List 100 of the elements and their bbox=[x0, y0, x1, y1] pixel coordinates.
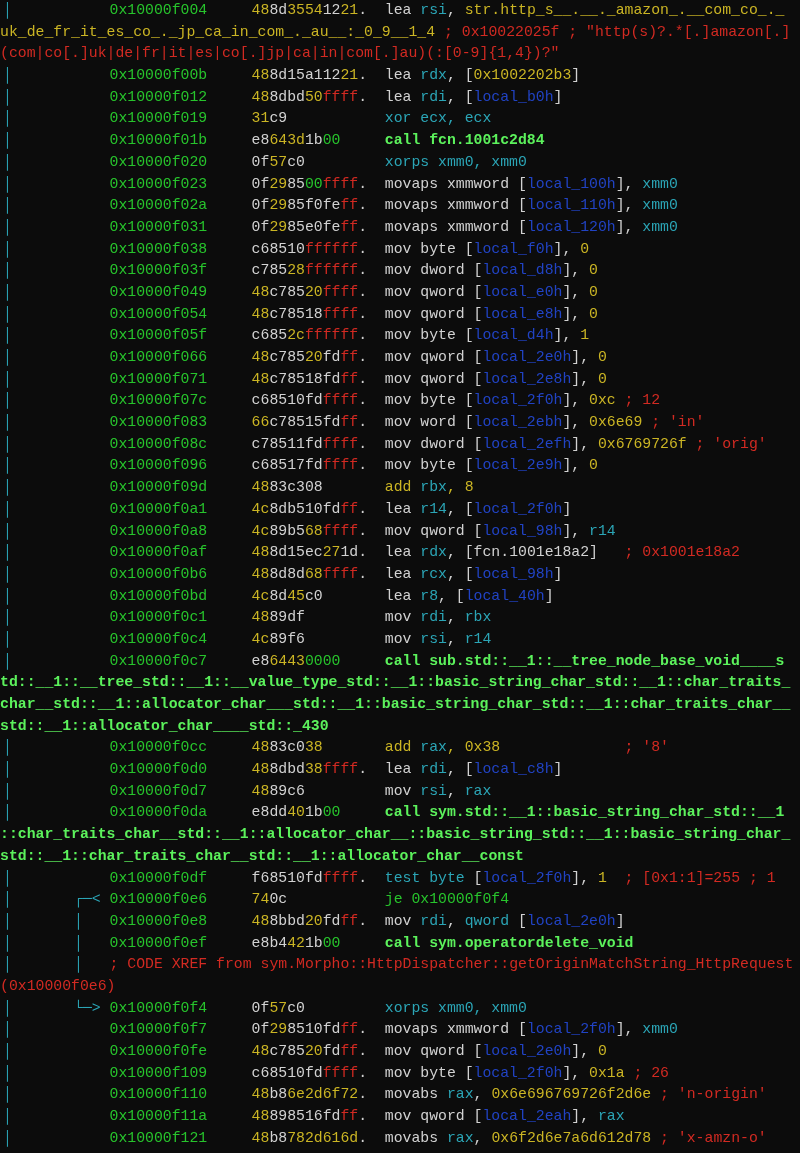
address-text: 0x10000f0ef bbox=[109, 933, 209, 953]
instruction-text: call fcn.1001c2d84 bbox=[384, 131, 545, 151]
address-text: 0x10000f0af bbox=[109, 543, 209, 563]
flow-graph-line: │ bbox=[3, 1064, 12, 1081]
address-text: 0x10000f066 bbox=[109, 348, 209, 367]
instruction-text: mov byte [local_f0h], 0 bbox=[384, 239, 590, 259]
opcode-bytes: 488d35541221. bbox=[251, 1, 369, 20]
address-text: 0x10000f0df bbox=[109, 868, 209, 888]
opcode-bytes: 4889c6 bbox=[251, 781, 306, 801]
address-text: 0x10000f02a bbox=[109, 196, 209, 216]
address-text: 0x10000f08c bbox=[109, 434, 209, 454]
opcode-bytes: 4c8db510fdff. bbox=[251, 499, 369, 519]
flow-graph-line: │ bbox=[3, 349, 12, 365]
instruction-text: movabs rax, 0x6e696769726f2d6e ; 'n-origin' bbox=[384, 1085, 767, 1105]
address-text: 0x10000f054 bbox=[109, 304, 209, 324]
instruction-text: mov byte [local_d4h], 1 bbox=[384, 326, 590, 346]
opcode-bytes: 48c78520fdff. bbox=[251, 348, 369, 367]
instruction-text: mov rsi, r14 bbox=[384, 629, 492, 649]
instruction-text: mov word [local_2ebh], 0x6e69 ; 'in' bbox=[384, 413, 705, 433]
opcode-bytes: 48c78520ffff. bbox=[251, 282, 369, 302]
opcode-bytes: 4883c038 bbox=[251, 738, 324, 758]
opcode-bytes: 4889df bbox=[251, 608, 306, 628]
instruction-text: lea r8, [local_40h] bbox=[384, 586, 554, 606]
address-text: 0x10000f0c7 bbox=[109, 651, 209, 671]
flow-graph-line: │ bbox=[3, 240, 12, 257]
opcode-bytes: c68510ffffff. bbox=[251, 239, 369, 259]
address-text: 0x10000f05f bbox=[109, 326, 209, 346]
instruction-text: lea rdi, [local_b0h] bbox=[384, 87, 563, 107]
opcode-bytes: c78528ffffff. bbox=[251, 261, 369, 281]
flow-graph-line: │ bbox=[3, 218, 12, 235]
address-text: 0x10000f110 bbox=[109, 1085, 209, 1105]
flow-graph-line: │ │ bbox=[3, 934, 83, 951]
opcode-bytes: 0f57c0 bbox=[251, 998, 306, 1018]
opcode-bytes: 4c89f6 bbox=[251, 629, 306, 649]
instruction-text: mov byte [local_2f0h], 0x1a ; 26 bbox=[384, 1063, 669, 1083]
opcode-bytes: 488bbd20fdff. bbox=[251, 911, 369, 931]
opcode-bytes: 4883c308 bbox=[251, 478, 324, 498]
flow-graph-line: │ bbox=[3, 153, 12, 170]
flow-graph-line: │ ┌─< bbox=[3, 891, 101, 908]
flow-graph-line: │ bbox=[3, 1086, 12, 1103]
wrapped-instruction-text: std::__1::char_traits_char__std::__1::allocator_char__const bbox=[0, 846, 524, 866]
instruction-text: mov qword [local_e0h], 0 bbox=[384, 282, 598, 302]
flow-graph-line: │ bbox=[3, 88, 12, 105]
flow-graph-line: │ bbox=[3, 1043, 12, 1059]
flow-graph-line: │ bbox=[3, 283, 12, 300]
wrapped-instruction-text: (com|co[.]uk|de|fr|it|es|co[.]jp|ca|in|com[.]au)(:[0-9]{1,4})?" bbox=[0, 44, 560, 64]
instruction-text: mov rsi, rax bbox=[384, 781, 492, 801]
address-text: 0x10000f0d7 bbox=[109, 781, 209, 801]
flow-graph-line: │ bbox=[3, 479, 12, 496]
instruction-text: mov qword [local_2e0h], 0 bbox=[384, 1042, 607, 1061]
instruction-text: mov dword [local_d8h], 0 bbox=[384, 261, 598, 281]
address-text: 0x10000f109 bbox=[109, 1063, 209, 1083]
opcode-bytes: 48b86e2d6f72. bbox=[251, 1085, 369, 1105]
address-text: 0x10000f07c bbox=[109, 391, 209, 411]
address-text: 0x10000f096 bbox=[109, 456, 209, 476]
instruction-text: call sub.std::__1::__tree_node_base_void____s bbox=[384, 651, 785, 671]
address-text: 0x10000f01b bbox=[109, 131, 209, 151]
opcode-bytes: 48c78520fdff. bbox=[251, 1042, 369, 1061]
opcode-bytes: 488d15ec271d. bbox=[251, 543, 369, 563]
instruction-text: add rax, 0x38 ; '8' bbox=[384, 738, 669, 758]
address-text: 0x10000f0d0 bbox=[109, 760, 209, 780]
flow-graph-line: │ bbox=[3, 197, 12, 214]
instruction-text: mov byte [local_2f0h], 0xc ; 12 bbox=[384, 391, 661, 411]
opcode-bytes: 488d15a11221. bbox=[251, 66, 369, 86]
address-text: 0x10000f03f bbox=[109, 261, 209, 281]
flow-graph-line: │ bbox=[3, 67, 12, 84]
address-text: 0x10000f0fe bbox=[109, 1042, 209, 1061]
address-text: 0x10000f0e6 bbox=[109, 890, 209, 910]
opcode-bytes: 31c9 bbox=[251, 109, 289, 129]
address-text: 0x10000f0b6 bbox=[109, 564, 209, 584]
flow-graph-line: │ bbox=[3, 327, 12, 344]
instruction-text: mov qword [local_2e8h], 0 bbox=[384, 369, 607, 389]
flow-graph-line: │ bbox=[3, 782, 12, 799]
opcode-bytes: 0f298500ffff. bbox=[251, 174, 369, 194]
instruction-text: lea r14, [local_2f0h] bbox=[384, 499, 572, 519]
instruction-text: movaps xmmword [local_2f0h], xmm0 bbox=[384, 1020, 678, 1040]
opcode-bytes: 0f298510fdff. bbox=[251, 1020, 369, 1040]
opcode-bytes: 48c78518fdff. bbox=[251, 369, 369, 389]
address-text: 0x10000f031 bbox=[109, 217, 209, 237]
opcode-bytes: e864430000 bbox=[251, 651, 342, 671]
flow-graph-line: │ bbox=[3, 132, 12, 149]
flow-graph-line: │ bbox=[3, 587, 12, 604]
flow-graph-line: │ bbox=[3, 2, 12, 18]
address-text: 0x10000f0a8 bbox=[109, 521, 209, 541]
instruction-text: mov byte [local_2e9h], 0 bbox=[384, 456, 598, 476]
opcode-bytes: e8643d1b00 bbox=[251, 131, 342, 151]
opcode-bytes: 66c78515fdff. bbox=[251, 413, 369, 433]
wrapped-instruction-text: td::__1::__tree_std::__1::__value_type_std::__1::basic_string_char_std::__1::char_traits_ bbox=[0, 673, 791, 693]
address-text: 0x10000f0c1 bbox=[109, 608, 209, 628]
flow-graph-line: │ bbox=[3, 804, 12, 821]
instruction-text: mov rdi, rbx bbox=[384, 608, 492, 628]
address-text: 0x10000f09d bbox=[109, 478, 209, 498]
flow-graph-line: │ bbox=[3, 565, 12, 582]
address-text: 0x10000f049 bbox=[109, 282, 209, 302]
instruction-text: movabs rax, 0x6f2d6e7a6d612d78 ; 'x-amzn-o' bbox=[384, 1128, 767, 1148]
opcode-bytes: 48898516fdff. bbox=[251, 1107, 369, 1127]
instruction-text: mov dword [local_2efh], 0x6769726f ; 'orig' bbox=[384, 434, 767, 454]
instruction-text: mov qword [local_2eah], rax bbox=[384, 1107, 625, 1127]
wrapped-instruction-text: char__std::__1::allocator_char___std::__1::basic_string_char_std::__1::char_traits_char__ bbox=[0, 695, 791, 714]
address-text: 0x10000f121 bbox=[109, 1128, 209, 1148]
